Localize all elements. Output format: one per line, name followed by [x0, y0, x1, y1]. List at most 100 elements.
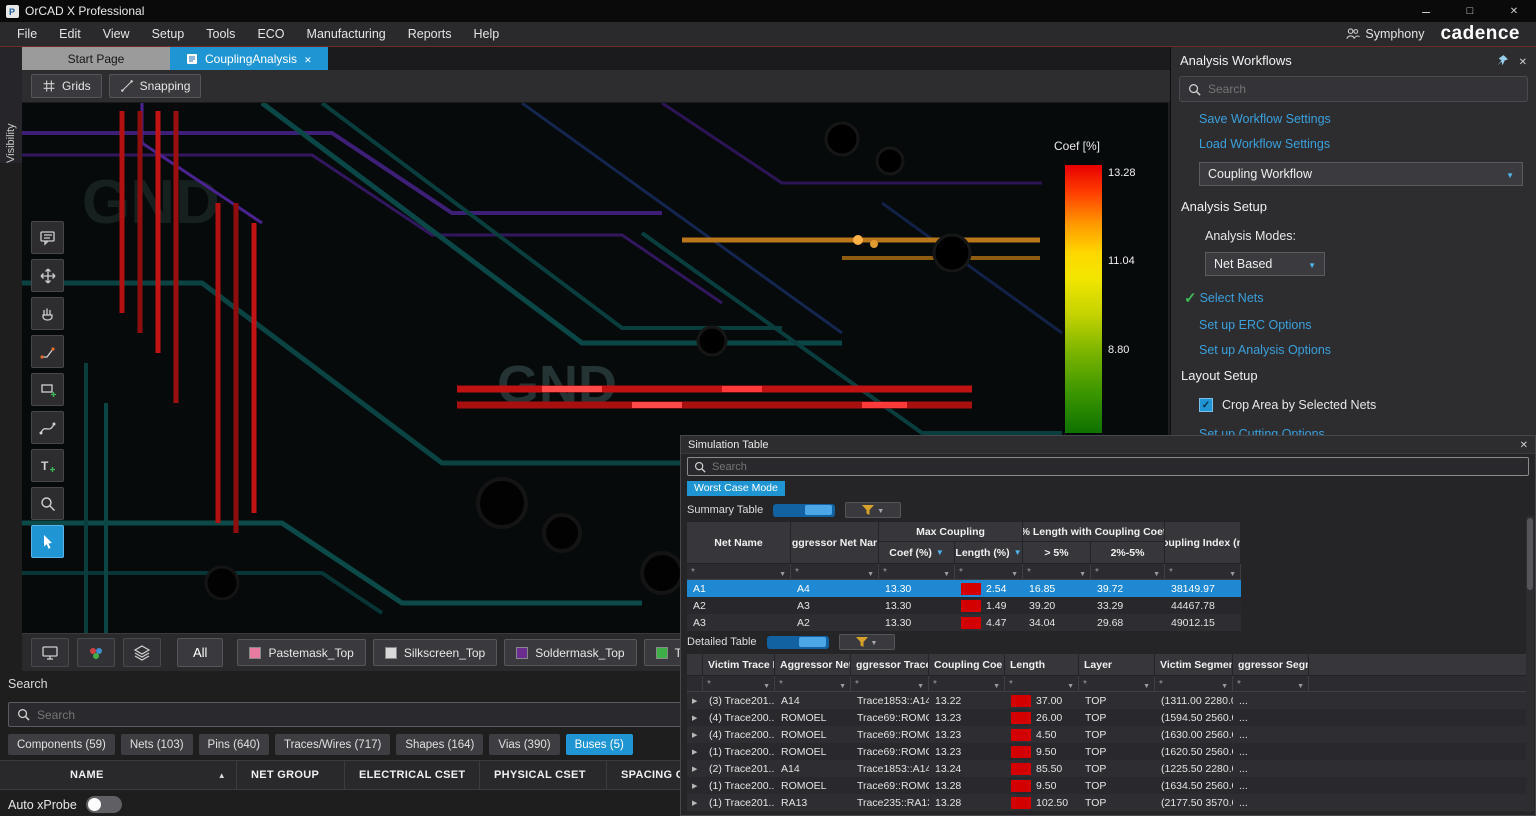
snapping-button[interactable]: Snapping: [109, 74, 202, 98]
shape-tool[interactable]: [31, 373, 64, 406]
sim-search-box[interactable]: [687, 457, 1529, 476]
column-header-coupling-index[interactable]: oupling Index (n: [1165, 522, 1241, 564]
move-tool[interactable]: [31, 259, 64, 292]
column-header-electrical-cset[interactable]: ELECTRICAL CSET: [345, 761, 480, 789]
column-header-2to5[interactable]: 2%-5%: [1091, 542, 1165, 564]
filter-cell[interactable]: *: [703, 676, 775, 692]
erc-options-link[interactable]: Set up ERC Options: [1199, 318, 1536, 332]
column-header-length-pct[interactable]: Length (%): [955, 542, 1023, 564]
summary-row[interactable]: A3 A2 13.30 4.47 34.04 29.68 49012.15: [687, 614, 1241, 631]
column-header-net-name[interactable]: Net Name: [687, 522, 791, 564]
expand-icon[interactable]: [687, 692, 703, 709]
route-tool[interactable]: [31, 335, 64, 368]
filter-chip[interactable]: Vias (390): [489, 734, 559, 755]
menu-item[interactable]: Setup: [141, 24, 196, 44]
filter-chip[interactable]: Buses (5): [566, 734, 633, 755]
crop-area-checkbox[interactable]: [1199, 398, 1213, 412]
text-tool[interactable]: T: [31, 449, 64, 482]
sim-search-input[interactable]: [712, 461, 1522, 473]
expand-icon[interactable]: [687, 743, 703, 760]
expand-icon[interactable]: [687, 726, 703, 743]
filter-cell[interactable]: *: [879, 564, 955, 580]
tab-coupling-analysis[interactable]: CouplingAnalysis: [170, 47, 328, 70]
filter-chip[interactable]: Shapes (164): [396, 734, 483, 755]
panel-close-icon[interactable]: [1519, 53, 1527, 68]
detailed-row[interactable]: (4) Trace200... ROMOEL Trace69::ROMOEL 1…: [687, 726, 1531, 743]
menu-item[interactable]: Edit: [48, 24, 92, 44]
filter-chip[interactable]: Traces/Wires (717): [275, 734, 390, 755]
select-tool[interactable]: [31, 525, 64, 558]
summary-filter-button[interactable]: [845, 502, 901, 518]
column-header-aggressor-net[interactable]: Aggressor Net: [775, 654, 851, 676]
expand-icon[interactable]: [687, 760, 703, 777]
detailed-filter-button[interactable]: [839, 634, 895, 650]
maximize-button[interactable]: [1448, 0, 1492, 22]
menu-item[interactable]: ECO: [246, 24, 295, 44]
menu-item[interactable]: Help: [463, 24, 511, 44]
filter-cell[interactable]: *: [687, 564, 791, 580]
pan-tool[interactable]: [31, 297, 64, 330]
close-button[interactable]: [1492, 0, 1536, 22]
filter-cell[interactable]: *: [1165, 564, 1241, 580]
filter-cell[interactable]: *: [955, 564, 1023, 580]
menu-item[interactable]: File: [6, 24, 48, 44]
detailed-row[interactable]: (1) Trace200... ROMOEL Trace69::ROMOEL 1…: [687, 743, 1531, 760]
auto-xprobe-toggle[interactable]: [86, 796, 122, 813]
column-header-name[interactable]: NAME: [0, 761, 237, 789]
detailed-row[interactable]: (1) Trace201... RA13 Trace235::RA13 13.2…: [687, 794, 1531, 811]
filter-cell[interactable]: *: [791, 564, 879, 580]
summary-table-toggle[interactable]: [773, 504, 835, 517]
expand-icon[interactable]: [687, 777, 703, 794]
column-header-layer[interactable]: Layer: [1079, 654, 1155, 676]
filter-cell[interactable]: *: [1079, 676, 1155, 692]
layer-chip[interactable]: Soldermask_Top: [504, 639, 636, 666]
column-header-length[interactable]: Length: [1005, 654, 1079, 676]
mode-select[interactable]: Net Based: [1205, 252, 1325, 276]
column-header-coef[interactable]: Coef (%): [879, 542, 955, 564]
detailed-row[interactable]: (4) Trace200... ROMOEL Trace69::ROMOEL 1…: [687, 709, 1531, 726]
visibility-tab[interactable]: Visibility: [0, 47, 22, 163]
filter-cell[interactable]: *: [1023, 564, 1091, 580]
column-header-aggressor-net-name[interactable]: ggressor Net Nar: [791, 522, 879, 564]
load-workflow-link[interactable]: Load Workflow Settings: [1199, 137, 1536, 151]
sim-table-scrollbar[interactable]: [1526, 516, 1534, 812]
tab-close-icon[interactable]: [304, 52, 312, 66]
detailed-table-toggle[interactable]: [767, 636, 829, 649]
workflow-search-box[interactable]: [1179, 76, 1528, 102]
minimize-button[interactable]: [1404, 0, 1448, 22]
color-settings-button[interactable]: [77, 638, 115, 667]
menu-item[interactable]: Tools: [195, 24, 246, 44]
simulation-table-titlebar[interactable]: Simulation Table: [681, 436, 1535, 454]
layers-button[interactable]: [123, 638, 161, 667]
analysis-options-link[interactable]: Set up Analysis Options: [1199, 343, 1536, 357]
column-header-net-group[interactable]: NET GROUP: [237, 761, 345, 789]
scrollbar-thumb[interactable]: [1527, 518, 1533, 590]
filter-cell[interactable]: *: [1005, 676, 1079, 692]
summary-row[interactable]: A1 A4 13.30 2.54 16.85 39.72 38149.97: [687, 580, 1241, 597]
column-header-physical-cset[interactable]: PHYSICAL CSET: [480, 761, 607, 789]
filter-chip[interactable]: Pins (640): [199, 734, 269, 755]
symphony-button[interactable]: Symphony: [1345, 27, 1424, 41]
menu-item[interactable]: Manufacturing: [296, 24, 397, 44]
worst-case-mode-badge[interactable]: Worst Case Mode: [687, 481, 785, 496]
column-header-victim-segment[interactable]: Victim Segment: [1155, 654, 1233, 676]
grids-button[interactable]: Grids: [31, 74, 102, 98]
comment-tool[interactable]: [31, 221, 64, 254]
menu-item[interactable]: View: [92, 24, 141, 44]
display-settings-button[interactable]: [31, 638, 69, 667]
layer-chip[interactable]: Silkscreen_Top: [373, 639, 497, 666]
workflow-select[interactable]: Coupling Workflow: [1199, 162, 1523, 186]
column-header-aggressor-trace[interactable]: ggressor Trace R: [851, 654, 929, 676]
filter-cell[interactable]: *: [1155, 676, 1233, 692]
sim-close-icon[interactable]: [1520, 439, 1528, 451]
column-header-gt5[interactable]: > 5%: [1023, 542, 1091, 564]
detailed-row[interactable]: (2) Trace201... A14 Trace1853::A14 13.24…: [687, 760, 1531, 777]
workflow-search-input[interactable]: [1208, 82, 1519, 96]
filter-chip[interactable]: Components (59): [8, 734, 115, 755]
spline-tool[interactable]: [31, 411, 64, 444]
tab-start-page[interactable]: Start Page: [22, 47, 170, 70]
menu-item[interactable]: Reports: [397, 24, 463, 44]
zoom-tool[interactable]: [31, 487, 64, 520]
expand-icon[interactable]: [687, 794, 703, 811]
select-nets-link[interactable]: Select Nets: [1200, 291, 1264, 305]
